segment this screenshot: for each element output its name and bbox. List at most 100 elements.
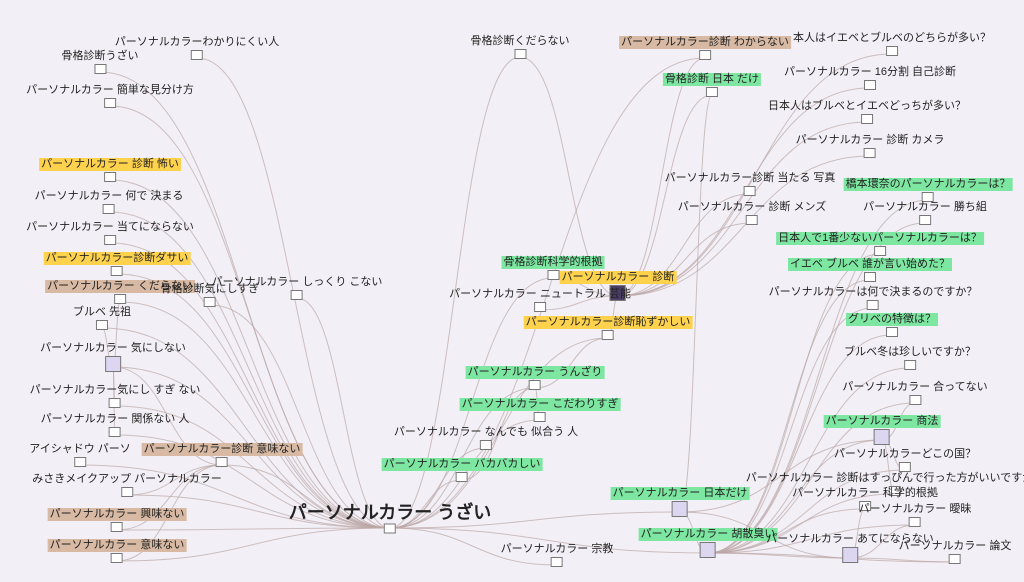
node-handle[interactable] [534, 302, 546, 312]
graph-node[interactable]: パーソナルカラー 何で 決まる [33, 190, 186, 214]
node-handle[interactable] [111, 522, 123, 532]
node-label: パーソナルカラー うざい [287, 503, 493, 523]
graph-node[interactable]: パーソナルカラー 宗教 [499, 543, 616, 567]
graph-node[interactable]: パーソナルカラー 日本だけ [611, 487, 750, 517]
node-handle[interactable] [864, 272, 876, 282]
graph-node[interactable]: パーソナルカラー バカバカしい [382, 458, 543, 482]
graph-node[interactable]: パーソナルカラー診断 当たる 写真 [663, 172, 838, 196]
graph-node[interactable]: ブルベ 先祖 [71, 306, 133, 330]
graph-node[interactable]: パーソナルカラー うざい [287, 503, 493, 534]
node-handle[interactable] [191, 50, 203, 60]
graph-node[interactable]: パーソナルカラー 16分割 自己診断 [782, 66, 958, 90]
node-handle[interactable] [909, 395, 921, 405]
graph-node[interactable]: パーソナルカラー 当てにならない [24, 221, 196, 245]
graph-node[interactable]: パーソナルカラー 勝ち組 [861, 201, 989, 225]
node-handle[interactable] [480, 440, 492, 450]
node-handle[interactable] [529, 380, 541, 390]
graph-node[interactable]: パーソナルカラーわかりにくい人 [113, 36, 281, 60]
graph-node[interactable]: 橋本環奈のパーソナルカラーは？ [844, 178, 1013, 202]
node-handle[interactable] [109, 398, 121, 408]
graph-node[interactable]: パーソナルカラー なんでも 似合う 人 [392, 426, 580, 450]
node-handle[interactable] [919, 215, 931, 225]
graph-node[interactable]: パーソナルカラー 意味ない [48, 539, 187, 563]
node-label: パーソナルカラー 簡単な見分け方 [24, 84, 196, 97]
node-handle[interactable] [864, 148, 876, 158]
node-handle[interactable] [551, 557, 563, 567]
node-handle[interactable] [949, 554, 961, 564]
node-handle[interactable] [111, 266, 123, 276]
node-handle[interactable] [700, 542, 716, 558]
graph-node[interactable]: パーソナルカラー 興味ない [48, 508, 187, 532]
node-handle[interactable] [96, 320, 108, 330]
node-handle[interactable] [534, 412, 546, 422]
node-handle[interactable] [672, 501, 688, 517]
graph-node[interactable]: パーソナルカラー診断恥ずかしい [524, 316, 693, 340]
node-handle[interactable] [114, 294, 126, 304]
graph-node[interactable]: アイシャドウ パーソ [27, 443, 133, 467]
node-label: パーソナルカラー 意味ない [48, 539, 187, 552]
graph-node[interactable]: 骨格診断くだらない [469, 35, 572, 59]
node-handle[interactable] [384, 524, 396, 534]
graph-node[interactable]: パーソナルカラー こだわりすぎ [460, 398, 621, 422]
graph-node[interactable]: パーソナルカラー 論文 [897, 540, 1014, 564]
graph-node[interactable]: みさきメイクアップ パーソナルカラー [30, 473, 224, 497]
graph-node[interactable]: パーソナルカラー ニュートラル 芸能 [447, 288, 633, 312]
node-handle[interactable] [104, 172, 116, 182]
node-handle[interactable] [874, 246, 886, 256]
node-handle[interactable] [104, 98, 116, 108]
graph-node[interactable]: パーソナルカラー診断 意味ない [142, 443, 303, 467]
graph-node[interactable]: パーソナルカラー診断ダサい [44, 252, 191, 276]
graph-node[interactable]: パーソナルカラー 合ってない [840, 381, 989, 405]
node-handle[interactable] [899, 462, 911, 472]
graph-node[interactable]: パーソナルカラー気にし すぎ ない [28, 384, 203, 408]
graph-node[interactable]: パーソナルカラーどこの国？ [832, 448, 978, 472]
node-handle[interactable] [103, 204, 115, 214]
node-handle[interactable] [904, 360, 916, 370]
graph-node[interactable]: パーソナルカラー 胡散臭い [639, 528, 778, 558]
graph-node[interactable]: パーソナルカラー 曖昧 [857, 503, 974, 527]
node-handle[interactable] [744, 186, 756, 196]
graph-node[interactable]: パーソナルカラー 商法 [824, 415, 941, 445]
node-handle[interactable] [699, 50, 711, 60]
node-handle[interactable] [864, 80, 876, 90]
graph-node[interactable]: パーソナルカラー 診断 怖い [39, 158, 181, 182]
graph-node[interactable]: 日本人はブルベとイエベどっちが多い？ [766, 100, 968, 124]
graph-node[interactable]: パーソナルカラー診断 わからない [619, 36, 791, 60]
node-handle[interactable] [291, 290, 303, 300]
node-handle[interactable] [867, 300, 879, 310]
node-handle[interactable] [547, 270, 559, 280]
graph-node[interactable]: 骨格診断 日本 だけ [663, 73, 761, 97]
graph-node[interactable]: 日本人で1番少ないパーソナルカラーは？ [776, 232, 984, 256]
node-handle[interactable] [216, 457, 228, 467]
node-handle[interactable] [706, 87, 718, 97]
node-handle[interactable] [456, 472, 468, 482]
node-handle[interactable] [514, 49, 526, 59]
graph-node[interactable]: 本人はイエベとブルベのどちらが多い？ [791, 32, 993, 56]
graph-node[interactable]: グリベの特徴は？ [846, 313, 938, 337]
node-handle[interactable] [121, 487, 133, 497]
node-handle[interactable] [109, 427, 121, 437]
graph-node[interactable]: パーソナルカラー 診断 メンズ [676, 201, 829, 225]
node-handle[interactable] [861, 114, 873, 124]
node-handle[interactable] [111, 553, 123, 563]
graph-node[interactable]: イエベ ブルベ 誰が言い始めた？ [788, 258, 952, 282]
graph-node[interactable]: ブルベ冬は珍しいですか？ [842, 346, 978, 370]
graph-node[interactable]: パーソナルカラー 簡単な見分け方 [24, 84, 196, 108]
graph-node[interactable]: パーソナルカラー しっくり こない [210, 276, 385, 300]
node-handle[interactable] [886, 46, 898, 56]
node-handle[interactable] [886, 327, 898, 337]
node-handle[interactable] [842, 547, 858, 563]
graph-node[interactable]: パーソナルカラー 診断 カメラ [794, 134, 947, 158]
node-handle[interactable] [602, 330, 614, 340]
node-handle[interactable] [74, 457, 86, 467]
graph-node[interactable]: パーソナルカラーは何で決まるのですか？ [767, 286, 980, 310]
node-handle[interactable] [94, 64, 106, 74]
node-handle[interactable] [105, 356, 121, 372]
node-handle[interactable] [909, 517, 921, 527]
graph-node[interactable]: パーソナルカラー 気にしない [38, 342, 188, 372]
graph-node[interactable]: パーソナルカラー 関係ない 人 [39, 413, 192, 437]
node-handle[interactable] [104, 235, 116, 245]
node-handle[interactable] [874, 429, 890, 445]
node-handle[interactable] [746, 215, 758, 225]
graph-node[interactable]: パーソナルカラー うんざり [466, 366, 605, 390]
